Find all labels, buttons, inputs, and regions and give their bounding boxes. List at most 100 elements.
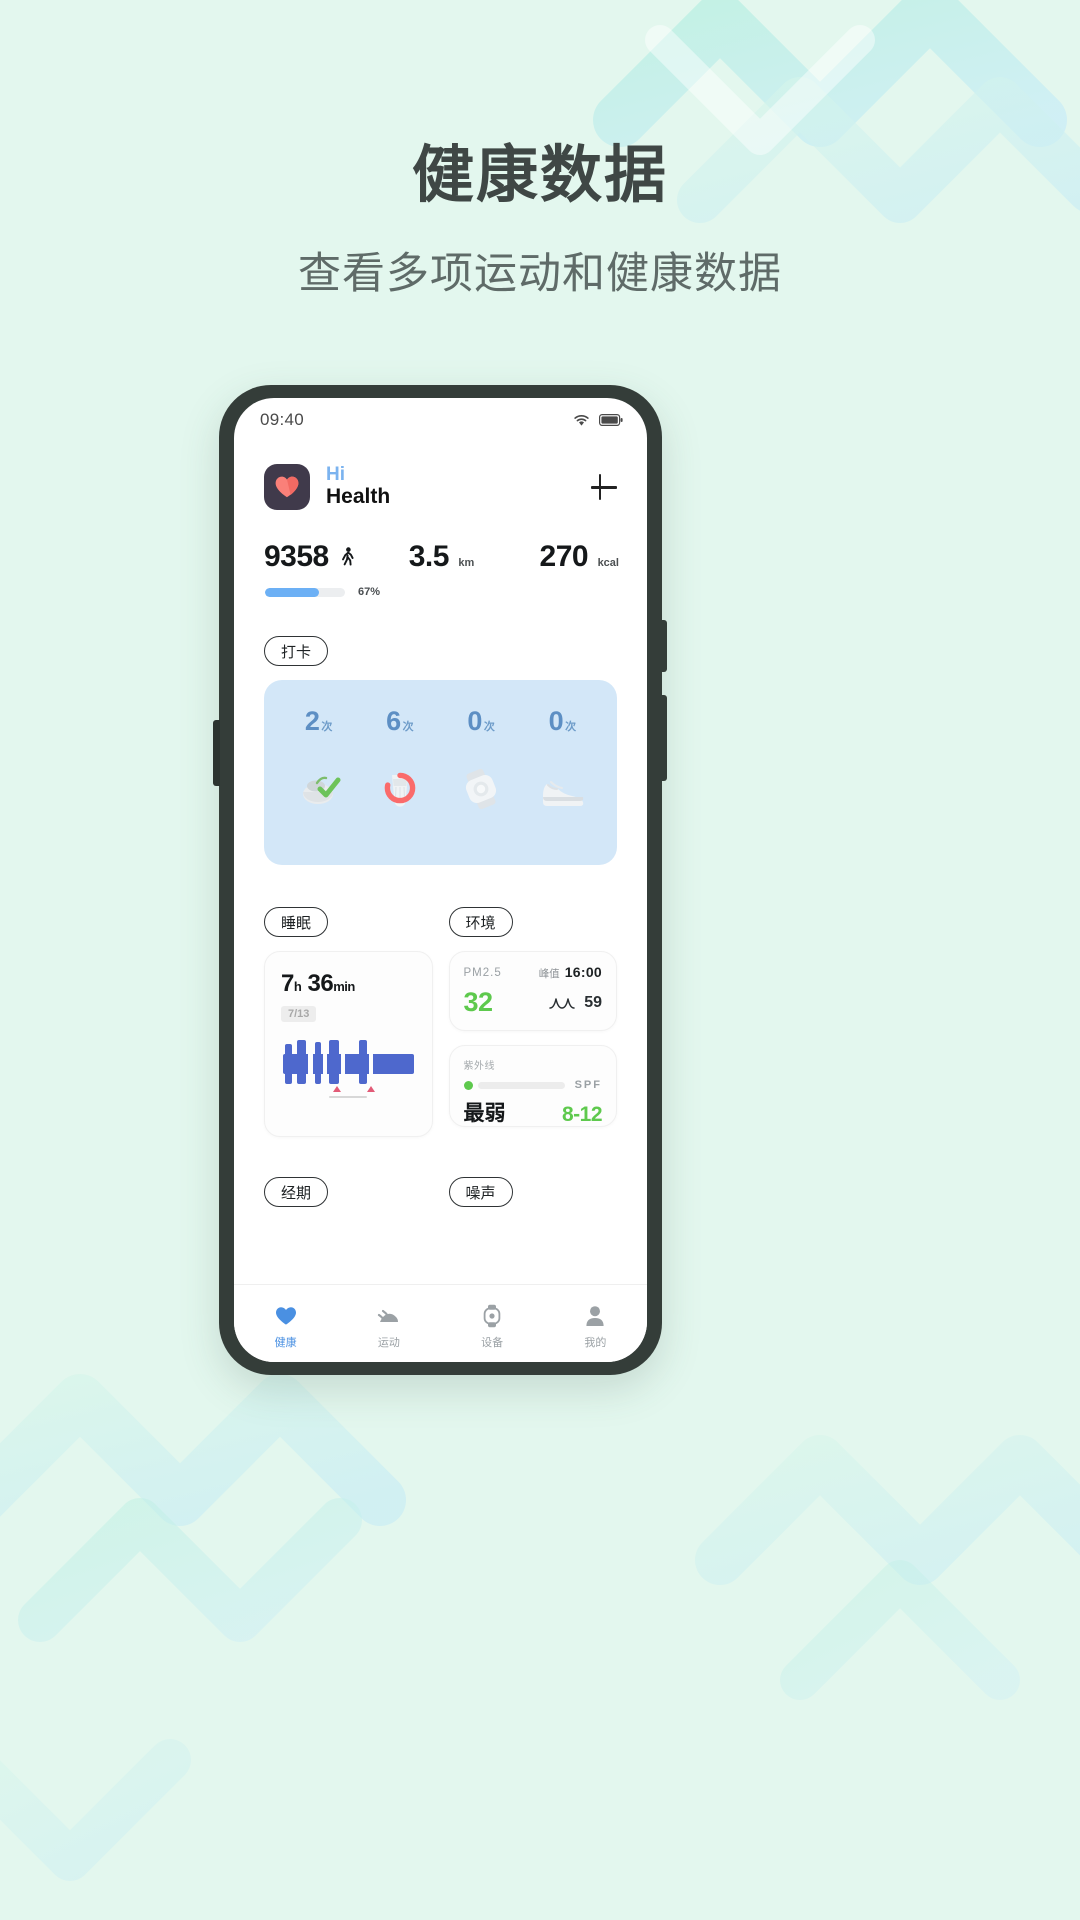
calories-value: 270 (539, 540, 589, 573)
status-bar: 09:40 (234, 398, 647, 442)
sleep-bar (285, 1044, 292, 1084)
sleep-gap (323, 1040, 327, 1084)
meal-check-glyph-icon (302, 776, 341, 804)
checkin-count: 6 (386, 706, 401, 736)
checkin-count: 0 (548, 706, 564, 736)
sleep-marker (333, 1086, 341, 1092)
uv-spf-label: SPF (574, 1079, 602, 1091)
watch-glyph-icon (466, 768, 497, 810)
checkin-unit: 次 (565, 721, 577, 733)
tab-label: 运动 (377, 1337, 400, 1349)
sleep-bar (315, 1042, 321, 1084)
stats-row: 9358 3.5 km 270 kcal (234, 510, 647, 574)
pm25-card[interactable]: PM2.5 峰值 16:00 32 59 (448, 951, 617, 1031)
walking-glyph-icon (342, 547, 354, 566)
water-ring-icon (359, 763, 440, 815)
tab-health[interactable]: 健康 (234, 1303, 337, 1350)
plus-icon-v (598, 474, 602, 500)
add-button[interactable] (587, 470, 621, 504)
brand-block: Hi Health (326, 465, 390, 508)
phone-side-button (661, 695, 667, 781)
noise-column: 噪声 (448, 1177, 618, 1207)
checkin-card[interactable]: 2次 6次 0 次 0 次 (264, 680, 617, 865)
sleep-gap (341, 1040, 345, 1084)
sleep-duration: 7h 36min (281, 970, 416, 998)
wifi-icon (574, 414, 589, 426)
uv-meter-row: SPF (463, 1079, 603, 1091)
sleep-hours-unit: h (293, 979, 302, 994)
period-pill[interactable]: 经期 (264, 1177, 329, 1207)
uv-card[interactable]: 紫外线 SPF 最弱 8-12 (448, 1045, 617, 1127)
wave-icon (549, 997, 575, 1009)
sleep-date-badge: 7/13 (281, 1006, 317, 1022)
checkin-item-meal[interactable]: 2次 (278, 706, 359, 851)
tab-mine[interactable]: 我的 (544, 1303, 647, 1350)
steps-progress-bar (265, 587, 345, 597)
period-column: 经期 (264, 1177, 433, 1207)
walking-icon (340, 547, 355, 571)
pm25-peak-block: 峰值 16:00 (539, 964, 602, 982)
sleep-chart (281, 1040, 416, 1092)
hero-text-block: 健康数据 查看多项运动和健康数据 (0, 140, 1080, 301)
sleep-card[interactable]: 7h 36min 7/13 (264, 951, 433, 1137)
heart-tab-glyph-icon (275, 1307, 296, 1325)
water-ring-glyph-icon (384, 772, 416, 807)
checkin-count: 0 (467, 706, 482, 736)
distance-unit: km (458, 557, 475, 569)
stat-distance[interactable]: 3.5 km (382, 540, 500, 574)
tab-label: 设备 (481, 1337, 504, 1349)
phone-screen: 09:40 Hi Health 9358 3.5 km 270 kcal 67%… (234, 398, 647, 1362)
stat-steps[interactable]: 9358 (264, 540, 382, 574)
sleep-card-handle (329, 1096, 368, 1098)
watch-device-icon (441, 1303, 544, 1329)
page-subtitle: 查看多项运动和健康数据 (298, 250, 782, 299)
steps-progress-row: 67% (234, 574, 647, 598)
shoe-glyph-icon (543, 781, 584, 806)
distance-value: 3.5 (408, 540, 450, 573)
app-header: Hi Health (234, 442, 647, 510)
checkin-item-water[interactable]: 6次 (359, 706, 440, 851)
sleep-minutes-unit: min (333, 979, 355, 994)
environment-pill[interactable]: 环境 (448, 907, 513, 937)
watch-tab-glyph-icon (483, 1304, 501, 1328)
tab-device[interactable]: 设备 (441, 1303, 544, 1350)
sleep-gap (369, 1040, 373, 1084)
bottom-sections-row: 经期 噪声 (234, 1177, 647, 1207)
uv-level: 最弱 (463, 1102, 506, 1125)
plus-icon-h (591, 486, 617, 489)
brand-greeting: Hi (326, 464, 345, 486)
checkin-section: 打卡 2次 6次 0 次 0 次 (234, 636, 647, 865)
uv-indicator-dot (463, 1080, 473, 1090)
pm25-peak-time: 16:00 (564, 964, 602, 980)
person-tab-glyph-icon (586, 1306, 604, 1326)
tab-label: 我的 (584, 1337, 607, 1349)
calories-unit: kcal (597, 557, 619, 569)
tab-sport[interactable]: 运动 (337, 1303, 440, 1350)
sleep-pill[interactable]: 睡眠 (264, 907, 329, 937)
running-icon (337, 1303, 440, 1329)
watch-icon (441, 763, 522, 815)
sleep-gap (308, 1040, 313, 1084)
sleep-bar (297, 1040, 306, 1084)
checkin-pill[interactable]: 打卡 (264, 636, 329, 666)
noise-pill[interactable]: 噪声 (448, 1177, 513, 1207)
page-title: 健康数据 (411, 141, 668, 210)
meal-check-icon (278, 763, 359, 815)
running-tab-glyph-icon (377, 1309, 398, 1322)
checkin-item-shoe[interactable]: 0次 (522, 706, 603, 851)
person-icon (544, 1303, 647, 1329)
shoe-icon (522, 763, 603, 815)
status-time: 09:40 (260, 410, 305, 429)
pm25-label: PM2.5 (463, 967, 502, 979)
tab-bar: 健康 运动 设备 我的 (234, 1284, 647, 1362)
pm25-card-bottom: 32 59 (464, 987, 603, 1018)
steps-progress-fill (265, 587, 319, 597)
checkin-item-watch[interactable]: 0次 (441, 706, 522, 851)
noise-value: 59 (584, 993, 602, 1011)
status-indicators (573, 414, 623, 427)
sleep-minutes: 36 (307, 970, 334, 997)
sleep-column: 睡眠 7h 36min 7/13 (264, 907, 433, 1137)
uv-track (477, 1081, 565, 1089)
stat-calories[interactable]: 270 kcal (501, 540, 619, 574)
checkin-unit: 次 (483, 721, 495, 733)
